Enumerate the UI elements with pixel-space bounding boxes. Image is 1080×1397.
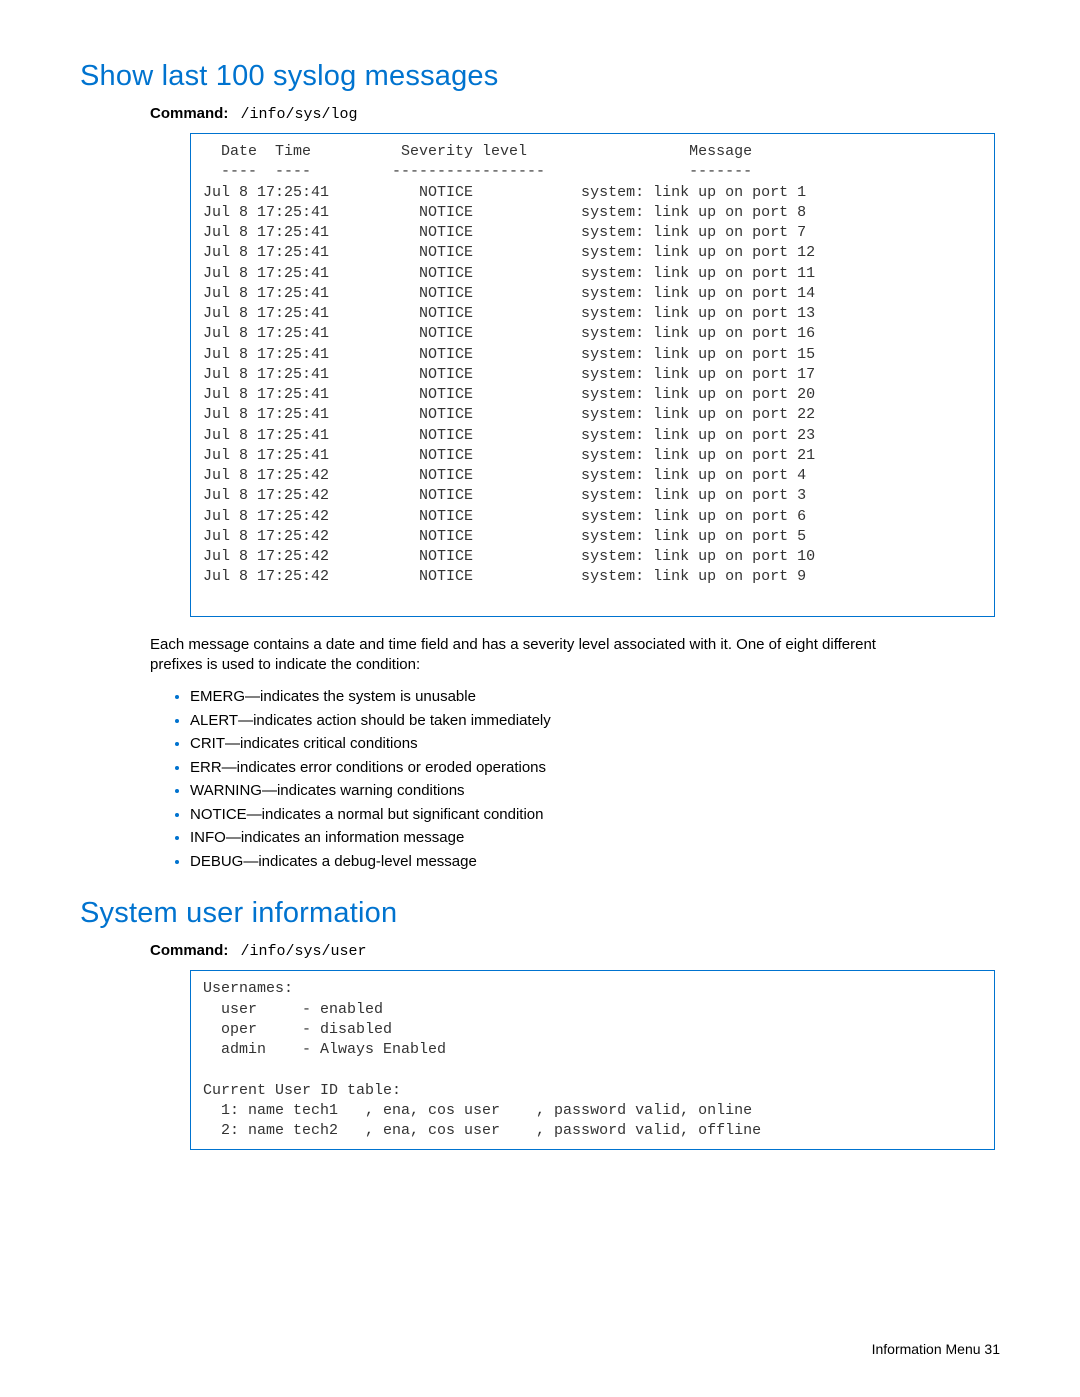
list-item: ALERT—indicates action should be taken i… — [190, 709, 930, 733]
command-label: Command: — [150, 942, 228, 959]
section-heading-userinfo: System user information — [80, 897, 1000, 930]
syslog-row: Jul 8 17:25:42 NOTICE system: link up on… — [203, 547, 982, 567]
list-item: EMERG—indicates the system is unusable — [190, 685, 930, 709]
syslog-row: Jul 8 17:25:41 NOTICE system: link up on… — [203, 203, 982, 223]
syslog-row: Jul 8 17:25:42 NOTICE system: link up on… — [203, 466, 982, 486]
userinfo-output-box: Usernames: user - enabled oper - disable… — [190, 970, 995, 1150]
syslog-row: Jul 8 17:25:41 NOTICE system: link up on… — [203, 243, 982, 263]
syslog-output-box: Date Time Severity level Message ---- --… — [190, 133, 995, 617]
command-line-userinfo: Command: /info/sys/user — [150, 942, 1000, 960]
syslog-description: Each message contains a date and time fi… — [150, 635, 930, 676]
syslog-header: Date Time Severity level Message ---- --… — [203, 143, 752, 180]
syslog-row: Jul 8 17:25:41 NOTICE system: link up on… — [203, 345, 982, 365]
syslog-row: Jul 8 17:25:41 NOTICE system: link up on… — [203, 223, 982, 243]
syslog-row: Jul 8 17:25:41 NOTICE system: link up on… — [203, 284, 982, 304]
page-footer: Information Menu 31 — [872, 1341, 1000, 1357]
command-text: /info/sys/log — [241, 106, 358, 123]
list-item: CRIT—indicates critical conditions — [190, 732, 930, 756]
syslog-row: Jul 8 17:25:41 NOTICE system: link up on… — [203, 405, 982, 425]
syslog-row: Jul 8 17:25:41 NOTICE system: link up on… — [203, 183, 982, 203]
command-line-syslog: Command: /info/sys/log — [150, 105, 1000, 123]
command-label: Command: — [150, 105, 228, 122]
syslog-row: Jul 8 17:25:42 NOTICE system: link up on… — [203, 567, 982, 587]
syslog-row: Jul 8 17:25:41 NOTICE system: link up on… — [203, 385, 982, 405]
list-item: ERR—indicates error conditions or eroded… — [190, 756, 930, 780]
list-item: DEBUG—indicates a debug-level message — [190, 850, 930, 874]
syslog-row: Jul 8 17:25:41 NOTICE system: link up on… — [203, 365, 982, 385]
syslog-row: Jul 8 17:25:41 NOTICE system: link up on… — [203, 324, 982, 344]
syslog-row: Jul 8 17:25:42 NOTICE system: link up on… — [203, 527, 982, 547]
section-heading-syslog: Show last 100 syslog messages — [80, 60, 1000, 93]
syslog-row: Jul 8 17:25:41 NOTICE system: link up on… — [203, 264, 982, 284]
syslog-row: Jul 8 17:25:41 NOTICE system: link up on… — [203, 304, 982, 324]
syslog-row: Jul 8 17:25:42 NOTICE system: link up on… — [203, 486, 982, 506]
syslog-row: Jul 8 17:25:41 NOTICE system: link up on… — [203, 446, 982, 466]
list-item: INFO—indicates an information message — [190, 826, 930, 850]
severity-list: EMERG—indicates the system is unusable A… — [170, 685, 930, 873]
syslog-row: Jul 8 17:25:41 NOTICE system: link up on… — [203, 426, 982, 446]
command-text: /info/sys/user — [241, 943, 367, 960]
syslog-row: Jul 8 17:25:42 NOTICE system: link up on… — [203, 507, 982, 527]
list-item: NOTICE—indicates a normal but significan… — [190, 803, 930, 827]
list-item: WARNING—indicates warning conditions — [190, 779, 930, 803]
